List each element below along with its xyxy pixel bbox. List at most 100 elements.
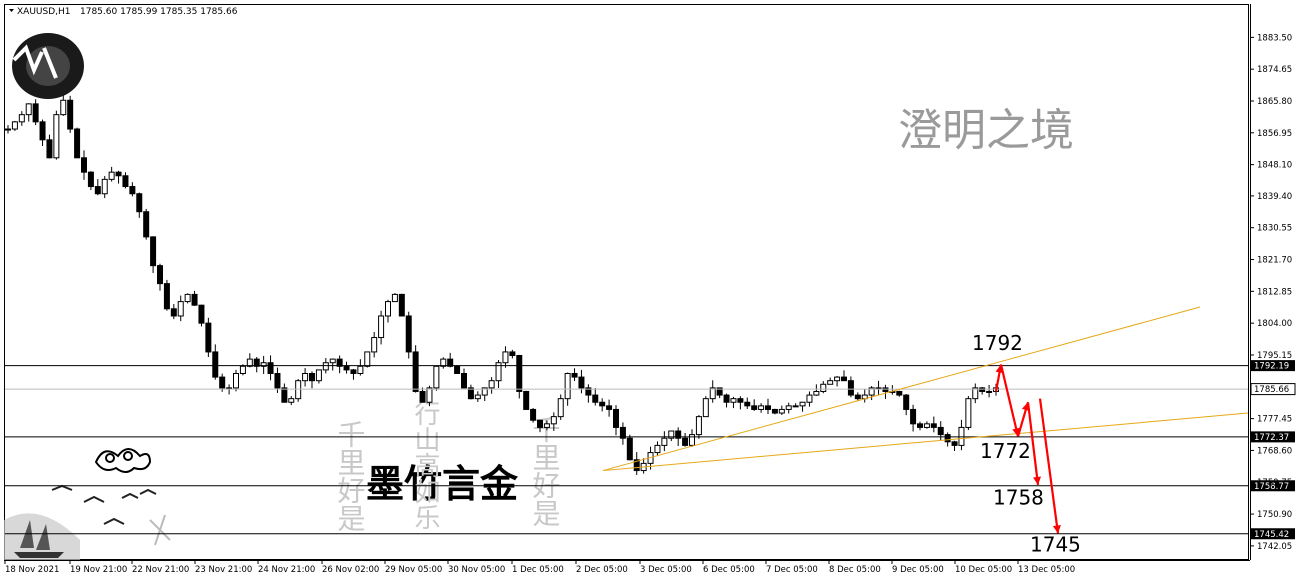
candle-body (87, 171, 94, 188)
candle-body (682, 437, 689, 446)
y-tick-label: 1865.80 (1257, 97, 1292, 107)
y-tick-label: 1750.90 (1257, 510, 1292, 520)
ohlc-readout: 1785.60 1785.99 1785.35 1785.66 (80, 7, 238, 17)
candle-body (385, 301, 391, 317)
candle-body (571, 372, 578, 378)
candle-body (917, 423, 923, 428)
levels-layer: 1792.191772.371758.771745.421785.66 (5, 360, 1296, 540)
candle-body (157, 265, 163, 285)
y-tick-label: 1821.70 (1257, 256, 1292, 266)
symbol-label: XAUUSD,H1 (17, 7, 71, 17)
candle-body (295, 380, 302, 400)
candle-body (502, 351, 509, 364)
candle-body (737, 398, 744, 403)
candle-body (219, 376, 226, 389)
y-tick-label: 1830.55 (1257, 224, 1292, 234)
candle-body (896, 390, 903, 396)
candle-body (813, 390, 820, 396)
candle-body (281, 387, 288, 403)
candle-body (212, 351, 219, 378)
candle-body (233, 372, 239, 389)
x-tick-label: 18 Nov 2021 (5, 565, 59, 575)
candle-body (509, 351, 516, 357)
candle-body (288, 398, 295, 403)
candle-body (94, 186, 101, 195)
candle-body (606, 405, 613, 410)
arrow-down-1772 (999, 364, 1020, 437)
y-tick-label: 1759.75 (1257, 478, 1292, 488)
brand-logo (12, 33, 84, 99)
x-tick-label: 30 Nov 05:00 (448, 565, 505, 575)
x-tick-label: 7 Dec 05:00 (766, 565, 818, 575)
candle-body (792, 405, 799, 408)
price-chart: XAUUSD,H1 1785.60 1785.99 1785.35 1785.6… (4, 4, 1296, 575)
candle-body (944, 434, 951, 443)
candle-body (419, 390, 426, 403)
x-tick-label: 24 Nov 21:00 (258, 565, 315, 575)
candle-body (744, 401, 751, 407)
x-tick-label: 3 Dec 05:00 (640, 565, 692, 575)
x-tick-label: 13 Dec 05:00 (1018, 565, 1075, 575)
candle-body (702, 398, 709, 418)
candle-body (398, 293, 405, 317)
candle-body (765, 405, 771, 410)
candle-body (302, 372, 309, 382)
x-tick-label: 6 Dec 05:00 (703, 565, 755, 575)
candle-body (903, 394, 910, 410)
candle-body (854, 394, 861, 400)
candle-body (820, 383, 827, 392)
candle-body (654, 444, 661, 454)
x-tick-label: 9 Dec 05:00 (892, 565, 944, 575)
candle-body (115, 171, 122, 177)
x-tick-label: 8 Dec 05:00 (829, 565, 881, 575)
watermark-title-top: 澄明之境 (898, 105, 1074, 156)
candle-body (557, 398, 564, 418)
candle-body (778, 408, 785, 414)
candle-body (758, 405, 765, 410)
candle-body (799, 401, 806, 407)
candle-body (378, 315, 385, 339)
candles-layer (5, 94, 999, 475)
candle-body (695, 416, 702, 436)
collapse-triangle-icon[interactable] (9, 9, 14, 12)
candle-body (198, 304, 205, 324)
candle-body (329, 358, 336, 364)
target-label: 1745 (1030, 532, 1081, 556)
y-axis: 1883.50 1874.65 1865.80 1856.95 1848.10 1839.… (1250, 33, 1292, 552)
candle-body (516, 355, 523, 392)
candle-body (391, 293, 398, 303)
y-tick-label: 1848.10 (1257, 161, 1292, 171)
candle-body (11, 121, 18, 130)
candle-body (523, 390, 530, 410)
arrow-down-1745 (1038, 398, 1060, 534)
candle-body (39, 121, 46, 141)
y-tick-label: 1768.60 (1257, 446, 1292, 456)
candle-body (357, 365, 364, 374)
candle-body (433, 365, 440, 389)
x-tick-label: 19 Nov 21:00 (70, 565, 127, 575)
candle-body (564, 372, 571, 400)
candle-body (951, 441, 958, 446)
candle-body (661, 437, 668, 446)
target-label: 1772 (980, 439, 1031, 463)
x-tick-label: 2 Dec 05:00 (576, 565, 628, 575)
y-tick-label: 1742.05 (1257, 542, 1292, 552)
candle-body (592, 394, 599, 403)
x-axis: 18 Nov 2021 19 Nov 21:00 22 Nov 21:00 23 No… (4, 560, 1075, 575)
candle-body (405, 315, 412, 353)
plot-frame (4, 4, 1249, 560)
y-tick-label: 1804.00 (1257, 319, 1292, 329)
candle-body (150, 236, 157, 267)
candle-body (101, 178, 108, 195)
candle-body (689, 434, 695, 446)
x-tick-label: 22 Nov 21:00 (132, 565, 189, 575)
candle-body (599, 401, 606, 407)
candle-body (170, 308, 177, 317)
candle-body (184, 293, 191, 303)
candle-body (578, 376, 585, 389)
candle-body (163, 283, 170, 310)
watermark-title-center: 墨竹言金 (366, 462, 519, 506)
candle-body (343, 365, 350, 371)
candle-body (979, 387, 986, 392)
candle-body (191, 293, 198, 306)
